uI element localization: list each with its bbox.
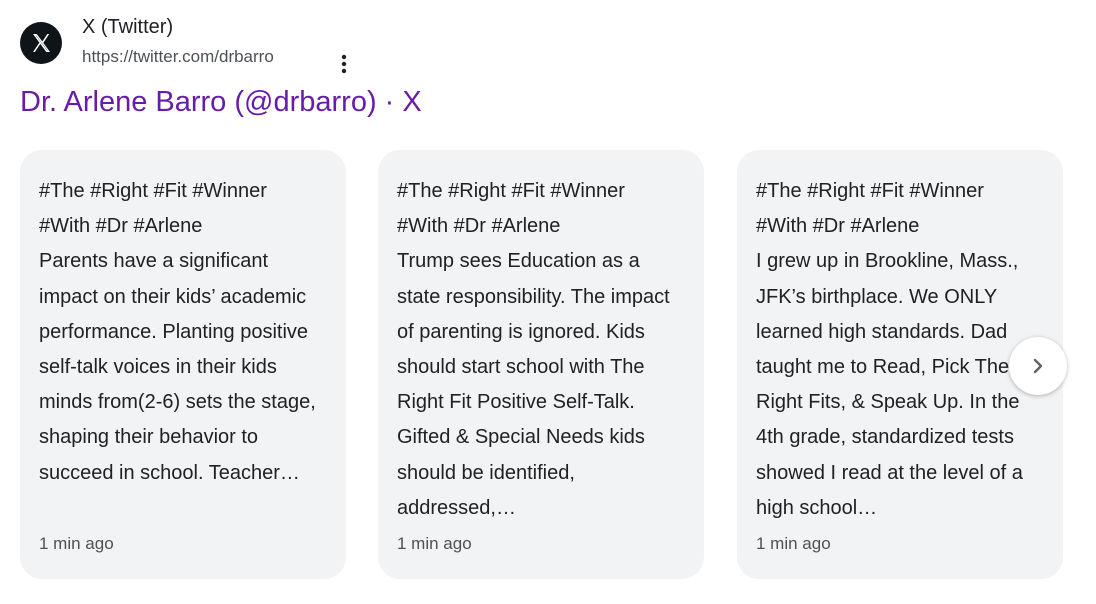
tweet-body: Parents have a significant impact on the… [39,250,316,484]
tweet-hashtags: #With #Dr #Arlene [397,215,561,238]
source-row: X (Twitter) https://twitter.com/drbarro [20,14,440,74]
tweet-text: #The #Right #Fit #Winner #With #Dr #Arle… [39,174,328,526]
tweet-hashtags: #The #Right #Fit #Winner [756,180,984,202]
tweet-card[interactable]: #The #Right #Fit #Winner #With #Dr #Arle… [378,150,704,579]
tweet-timestamp: 1 min ago [756,534,831,553]
x-logo-icon [20,22,62,64]
tweet-hashtags: #The #Right #Fit #Winner [397,180,625,202]
more-options-button[interactable] [328,48,360,80]
tweet-card[interactable]: #The #Right #Fit #Winner #With #Dr #Arle… [20,150,346,579]
site-url[interactable]: https://twitter.com/drbarro [82,47,274,67]
tweet-hashtags: #With #Dr #Arlene [756,215,920,238]
site-name[interactable]: X (Twitter) [82,16,173,39]
tweet-text: #The #Right #Fit #Winner #With #Dr #Arle… [397,174,686,526]
tweet-hashtags: #With #Dr #Arlene [39,215,203,238]
chevron-right-icon [1033,358,1043,374]
more-vert-icon [341,54,347,74]
tweet-hashtags: #The #Right #Fit #Winner [39,180,267,202]
carousel-next-button[interactable] [1009,337,1067,395]
tweet-body: I grew up in Brookline, Mass., JFK’s bir… [756,250,1023,519]
tweet-timestamp: 1 min ago [39,534,114,553]
tweet-body: Trump sees Education as a state responsi… [397,250,670,519]
result-title-link[interactable]: Dr. Arlene Barro (@drbarro) · X [20,86,422,119]
tweet-timestamp: 1 min ago [397,534,472,553]
tweet-text: #The #Right #Fit #Winner #With #Dr #Arle… [756,174,1045,526]
